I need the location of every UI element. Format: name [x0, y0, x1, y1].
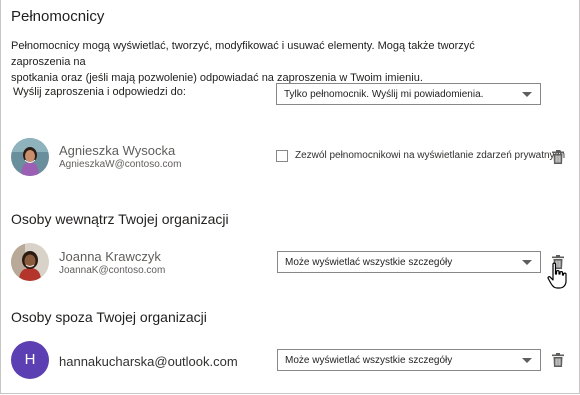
internal-permission-value: Może wyświetlać wszystkie szczegóły	[285, 257, 453, 268]
page-title: Pełnomocnicy	[11, 8, 105, 25]
description-line-1: Pełnomocnicy mogą wyświetlać, tworzyć, m…	[11, 40, 475, 68]
chevron-down-icon	[522, 358, 532, 363]
external-section-heading: Osoby spoza Twojej organizacji	[11, 309, 207, 325]
delegate-name: Agnieszka Wysocka	[59, 143, 176, 158]
avatar	[11, 138, 49, 176]
external-permission-value: Może wyświetlać wszystkie szczegóły	[285, 355, 453, 366]
internal-section-heading: Osoby wewnątrz Twojej organizacji	[11, 211, 229, 227]
internal-permission-dropdown[interactable]: Może wyświetlać wszystkie szczegóły	[277, 251, 541, 273]
avatar	[11, 243, 49, 281]
trash-icon[interactable]	[552, 150, 564, 164]
send-invitations-label: Wyślij zaproszenia i odpowiedzi do:	[13, 86, 186, 98]
external-person-email: hannakucharska@outlook.com	[59, 354, 238, 369]
hand-cursor-icon	[547, 262, 567, 289]
send-invitations-value: Tylko pełnomocnik. Wyślij mi powiadomien…	[284, 89, 484, 100]
internal-person-name: Joanna Krawczyk	[59, 249, 161, 264]
send-invitations-dropdown[interactable]: Tylko pełnomocnik. Wyślij mi powiadomien…	[276, 83, 541, 105]
trash-icon[interactable]	[552, 353, 564, 367]
chevron-down-icon	[522, 260, 532, 265]
description: Pełnomocnicy mogą wyświetlać, tworzyć, m…	[11, 38, 521, 86]
internal-person-email: JoannaK@contoso.com	[59, 265, 166, 276]
private-events-checkbox[interactable]	[276, 150, 288, 162]
chevron-down-icon	[522, 92, 532, 97]
avatar: H	[11, 341, 49, 379]
delegate-email: AgnieszkaW@contoso.com	[59, 159, 182, 170]
external-permission-dropdown[interactable]: Może wyświetlać wszystkie szczegóły	[277, 349, 541, 371]
private-events-label: Zezwól pełnomocnikowi na wyświetlanie zd…	[295, 150, 566, 161]
